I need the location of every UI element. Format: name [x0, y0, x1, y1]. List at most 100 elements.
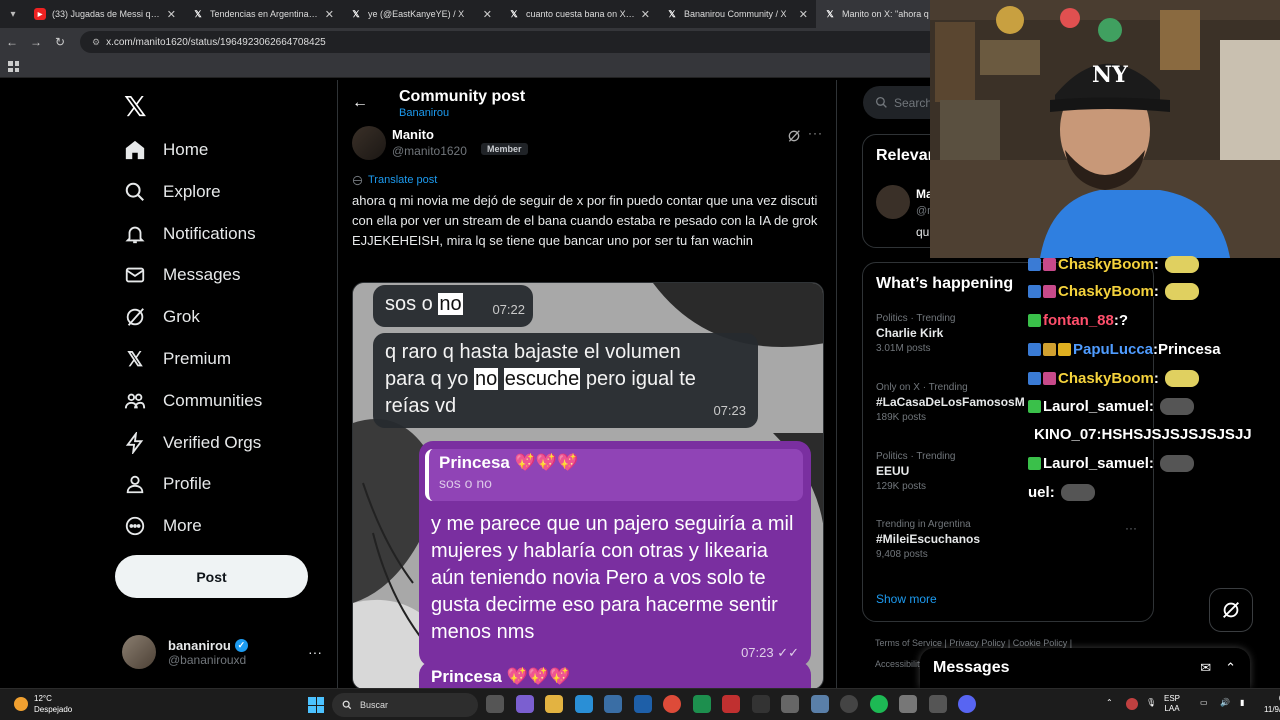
avatar[interactable] — [876, 185, 910, 219]
close-icon[interactable]: ✕ — [641, 8, 650, 21]
messages-drawer[interactable]: Messages ✉ ⌃ — [920, 648, 1250, 688]
nav-more[interactable]: More — [124, 508, 202, 544]
store-icon[interactable] — [604, 695, 622, 713]
spotify-icon[interactable] — [869, 695, 888, 713]
post-text: ahora q mi novia me dejó de seguir de x … — [352, 193, 818, 248]
chevron-up-icon[interactable]: ⌃ — [1106, 698, 1118, 710]
nav-profile[interactable]: Profile — [124, 466, 211, 502]
nav-communities[interactable]: Communities — [124, 383, 262, 419]
forward-icon[interactable]: → — [24, 35, 48, 49]
x-logo-icon[interactable]: 𝕏 — [124, 90, 147, 123]
tray-app-icon[interactable] — [1126, 698, 1138, 710]
site-info-icon[interactable]: ⚙ — [92, 37, 100, 48]
author-name[interactable]: Manito — [392, 127, 434, 142]
lightning-icon — [124, 432, 146, 454]
close-icon[interactable]: ✕ — [167, 8, 176, 21]
nav-verified-orgs[interactable]: Verified Orgs — [124, 425, 261, 461]
nav-label: Explore — [163, 182, 221, 201]
edge-icon[interactable] — [574, 695, 593, 713]
nav-premium[interactable]: 𝕏 Premium — [124, 341, 231, 377]
close-icon[interactable]: ✕ — [483, 8, 492, 21]
discord-icon[interactable] — [958, 695, 976, 713]
chat-text: sos o — [385, 293, 439, 315]
more-dots-icon[interactable]: ··· — [808, 126, 823, 140]
emote-icon — [1159, 397, 1194, 415]
chrome-icon[interactable] — [663, 695, 681, 713]
author-avatar[interactable] — [352, 126, 386, 160]
grok-icon[interactable] — [786, 128, 802, 144]
browser-tab[interactable]: ▶ (33) Jugadas de Messi que Hab ✕ — [26, 0, 184, 28]
sheets-icon[interactable] — [692, 695, 711, 713]
browser-tab[interactable]: 𝕏 cuanto cuesta bana on X: "Bue ✕ — [500, 0, 658, 28]
chat-username: fontan_88 — [1043, 311, 1114, 329]
more-dots-icon[interactable]: ··· — [308, 644, 322, 660]
app-icon[interactable] — [722, 695, 740, 713]
translate-post-link[interactable]: Translate post — [352, 174, 437, 186]
browser-tab[interactable]: 𝕏 Bananirou Community / X ✕ — [658, 0, 816, 28]
chat-message: Princesa — [1158, 340, 1221, 358]
weather-widget[interactable]: 12°C Despejado — [14, 693, 72, 715]
grok-floating-button[interactable] — [1209, 588, 1253, 632]
chat-time: 07:22 — [492, 302, 525, 317]
windows-taskbar: 12°C Despejado Buscar ⌃ 🎙 ESP LAA ▭ 🔊 ▮ … — [0, 688, 1280, 720]
volume-icon[interactable]: 🔊 — [1220, 698, 1232, 710]
obs-icon[interactable] — [840, 695, 858, 713]
community-link[interactable]: Bananirou — [399, 107, 449, 119]
windows-start-icon[interactable] — [308, 697, 324, 713]
capcut-icon[interactable] — [751, 695, 770, 713]
network-icon[interactable]: ▭ — [1200, 698, 1212, 710]
weather-icon — [14, 697, 28, 711]
apps-grid-icon[interactable] — [8, 61, 19, 72]
more-circle-icon — [124, 515, 146, 537]
file-explorer-icon[interactable] — [545, 695, 563, 713]
close-icon[interactable]: ✕ — [799, 8, 808, 21]
app-icon[interactable] — [781, 695, 799, 713]
nav-home[interactable]: Home — [124, 132, 208, 168]
chat-username: ChaskyBoom — [1058, 255, 1154, 273]
nav-messages[interactable]: Messages — [124, 257, 240, 293]
url-input[interactable]: ⚙ x.com/manito1620/status/19649230626647… — [80, 31, 940, 53]
more-dots-icon[interactable]: ··· — [1125, 521, 1137, 535]
x-icon: 𝕏 — [194, 8, 202, 19]
expand-up-icon[interactable]: ⌃ — [1225, 660, 1236, 676]
back-arrow-icon[interactable]: ← — [352, 94, 368, 112]
post-detail-column: ← Community post Bananirou Manito @manit… — [337, 80, 837, 690]
app-icon[interactable] — [928, 695, 947, 713]
author-handle[interactable]: @manito1620 — [392, 144, 467, 158]
language-indicator[interactable]: ESP LAA — [1164, 694, 1180, 714]
outlook-icon[interactable] — [633, 695, 652, 713]
system-clock[interactable]: 02:03 11/9/2025 — [1264, 693, 1280, 715]
tab-search-chevron-icon[interactable]: ▾ — [0, 0, 26, 28]
clock-date: 11/9/2025 — [1264, 705, 1280, 714]
close-icon[interactable]: ✕ — [325, 8, 334, 21]
taskbar-search[interactable]: Buscar — [332, 693, 478, 717]
tab-title: cuanto cuesta bana on X: "Bue — [526, 9, 635, 19]
post-button[interactable]: Post — [115, 555, 308, 598]
reload-icon[interactable]: ↻ — [48, 35, 72, 49]
copilot-icon[interactable] — [515, 695, 534, 713]
tab-title: Bananirou Community / X — [684, 9, 787, 19]
new-message-icon[interactable]: ✉ — [1200, 660, 1211, 676]
browser-tab[interactable]: 𝕏 Tendencias en Argentina on X: ✕ — [184, 0, 342, 28]
tab-title: ye (@EastKanyeYE) / X — [368, 9, 465, 19]
trend-item[interactable]: Trending in Argentina #MileiEscuchanos 9… — [876, 519, 1146, 560]
search-icon — [875, 96, 887, 108]
footer-links[interactable]: Terms of Service | Privacy Policy | Cook… — [875, 638, 1072, 648]
show-more-link[interactable]: Show more — [876, 592, 937, 606]
battery-icon[interactable]: ▮ — [1240, 698, 1252, 710]
app-icon[interactable] — [899, 695, 917, 713]
nav-grok[interactable]: Grok — [124, 299, 200, 335]
mic-icon[interactable]: 🎙 — [1146, 698, 1158, 710]
settings-icon[interactable] — [810, 695, 829, 713]
browser-tab[interactable]: 𝕏 ye (@EastKanyeYE) / X ✕ — [342, 0, 500, 28]
back-icon[interactable]: ← — [0, 35, 24, 49]
nav-notifications[interactable]: Notifications — [124, 216, 256, 252]
chat-separator: : — [1148, 454, 1154, 472]
chat-text: reías vd — [385, 395, 457, 417]
nav-explore[interactable]: Explore — [124, 174, 221, 210]
accessibility-link[interactable]: Accessibility — [875, 659, 924, 669]
account-switcher[interactable]: bananirou ✓ @bananirouxd ··· — [122, 634, 322, 670]
task-view-icon[interactable] — [486, 695, 504, 713]
post-image[interactable]: sos o no 07:22 q raro q hasta bajaste el… — [352, 282, 824, 690]
weather-temp: 12°C — [34, 694, 52, 703]
